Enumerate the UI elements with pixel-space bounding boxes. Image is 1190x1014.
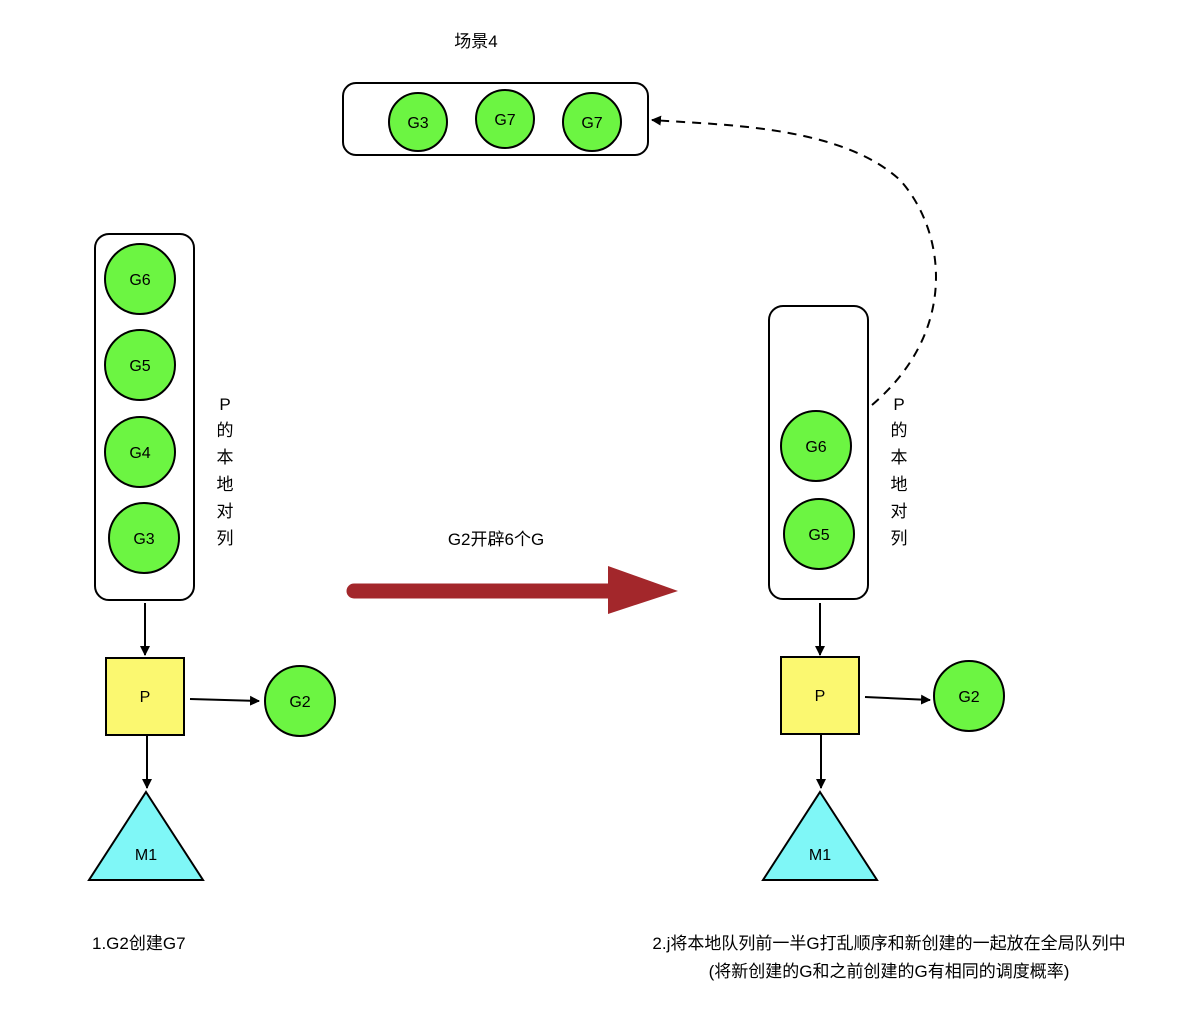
left-queue-item: G3	[108, 502, 180, 574]
queue-label-char: 地	[891, 475, 908, 494]
queue-label-char: 的	[891, 421, 908, 440]
global-queue-item: G3	[388, 92, 448, 152]
goroutine-label: G6	[805, 439, 826, 456]
global-queue-item: G7	[562, 92, 622, 152]
goroutine-label: G3	[133, 531, 154, 548]
queue-label-char: P	[219, 395, 230, 414]
machine-label: M1	[135, 847, 157, 864]
machine-label: M1	[809, 847, 831, 864]
left-queue-item: G4	[104, 416, 176, 488]
left-queue-label: P 的 本 地 对 列	[217, 395, 234, 548]
goroutine-label: G2	[289, 694, 310, 711]
transition-label: G2开辟6个G	[448, 530, 544, 549]
scheduler-diagram: 场景4 G3 G7 G7 G6 G5 G4 G3 P 的 本 地 对 列 P G…	[87, 32, 1126, 981]
left-queue-item: G6	[104, 243, 176, 315]
right-machine-triangle	[761, 790, 879, 881]
queue-label-char: 列	[217, 529, 234, 548]
queue-label-char: 的	[217, 421, 234, 440]
goroutine-label: G5	[808, 527, 829, 544]
p-to-g-arrow	[189, 695, 260, 706]
queue-label-char: 地	[217, 475, 234, 494]
queue-label-char: 本	[217, 448, 234, 467]
processor-label: P	[140, 689, 151, 706]
goroutine-label: G4	[129, 445, 150, 462]
big-transition-arrow	[346, 566, 678, 614]
p-to-g-arrow	[864, 694, 931, 705]
left-caption: 1.G2创建G7	[92, 934, 186, 953]
goroutine-label: G7	[494, 112, 515, 129]
goroutine-label: G3	[407, 115, 428, 132]
right-queue-item: G5	[783, 498, 855, 570]
right-caption-line2: (将新创建的G和之前创建的G有相同的调度概率)	[709, 962, 1070, 981]
goroutine-label: G7	[581, 115, 602, 132]
right-queue-item: G6	[780, 410, 852, 482]
left-machine-triangle	[87, 790, 205, 881]
queue-label-char: 对	[891, 502, 908, 521]
right-queue-label: P 的 本 地 对 列	[891, 395, 908, 548]
scene-title: 场景4	[454, 32, 497, 51]
queue-label-char: 本	[891, 448, 908, 467]
goroutine-label: G6	[129, 272, 150, 289]
left-queue-item: G5	[104, 329, 176, 401]
queue-label-char: 对	[217, 502, 234, 521]
goroutine-label: G2	[958, 689, 979, 706]
queue-label-char: P	[893, 395, 904, 414]
right-caption-line1: 2.j将本地队列前一半G打乱顺序和新创建的一起放在全局队列中	[652, 934, 1125, 953]
queue-label-char: 列	[891, 529, 908, 548]
processor-label: P	[815, 688, 826, 705]
goroutine-label: G5	[129, 358, 150, 375]
global-queue-item: G7	[475, 89, 535, 149]
